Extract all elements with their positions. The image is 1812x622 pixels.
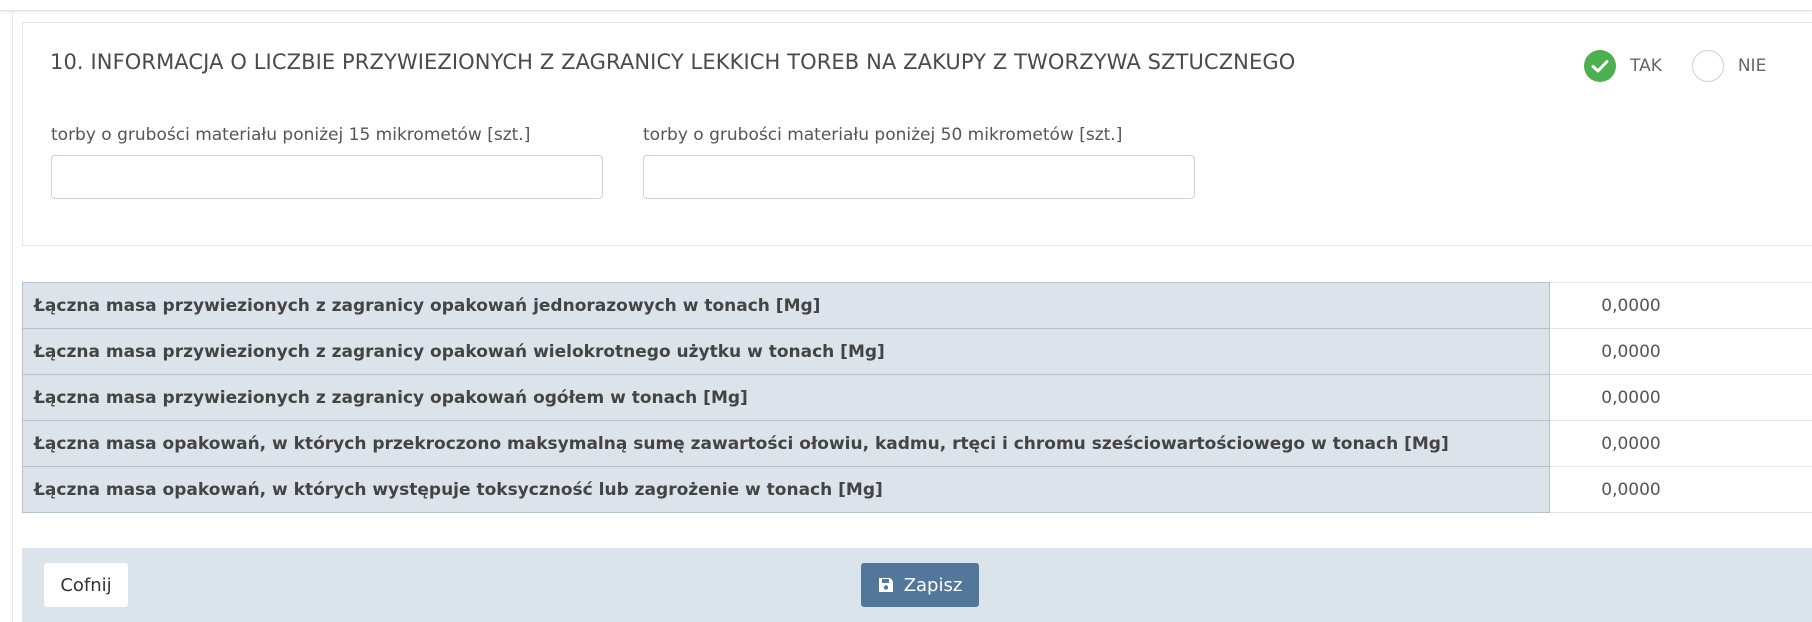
summary-table: Łączna masa przywiezionych z zagranicy o… — [22, 282, 1812, 513]
row-label: Łączna masa opakowań, w których występuj… — [22, 466, 1550, 513]
save-button[interactable]: Zapisz — [861, 563, 979, 607]
row-value: 0,0000 — [1549, 420, 1812, 467]
section-title: 10. INFORMACJA O LICZBIE PRZYWIEZIONYCH … — [50, 50, 1296, 74]
left-divider — [12, 10, 13, 622]
checkmark-icon — [1591, 60, 1609, 73]
radio-no-label: NIE — [1737, 56, 1767, 76]
row-value: 0,0000 — [1549, 466, 1812, 513]
back-button[interactable]: Cofnij — [44, 563, 128, 607]
row-label: Łączna masa opakowań, w których przekroc… — [22, 420, 1550, 467]
field-label-50-micrometers: torby o grubości materiału poniżej 50 mi… — [643, 125, 1123, 145]
yes-no-radio-group: TAK NIE — [1584, 48, 1766, 84]
floppy-disk-icon — [878, 577, 894, 593]
checked-radio-icon[interactable] — [1584, 50, 1616, 82]
row-label: Łączna masa przywiezionych z zagranicy o… — [22, 374, 1550, 421]
row-value: 0,0000 — [1549, 374, 1812, 421]
radio-no[interactable]: NIE — [1691, 50, 1767, 82]
radio-yes-label: TAK — [1630, 56, 1662, 76]
row-label: Łączna masa przywiezionych z zagranicy o… — [22, 282, 1550, 329]
bags-under-15-micrometers-input[interactable] — [51, 155, 603, 199]
row-value: 0,0000 — [1549, 328, 1812, 375]
field-label-15-micrometers: torby o grubości materiału poniżej 15 mi… — [51, 125, 531, 145]
top-edge — [0, 0, 1812, 11]
row-value: 0,0000 — [1549, 282, 1812, 329]
unchecked-radio-icon[interactable] — [1691, 50, 1724, 82]
table-row: Łączna masa opakowań, w których przekroc… — [22, 420, 1812, 467]
table-row: Łączna masa przywiezionych z zagranicy o… — [22, 282, 1812, 329]
form-page: 10. INFORMACJA O LICZBIE PRZYWIEZIONYCH … — [0, 0, 1812, 622]
bags-under-50-micrometers-input[interactable] — [643, 155, 1195, 199]
row-label: Łączna masa przywiezionych z zagranicy o… — [22, 328, 1550, 375]
table-row: Łączna masa przywiezionych z zagranicy o… — [22, 328, 1812, 375]
table-row: Łączna masa przywiezionych z zagranicy o… — [22, 374, 1812, 421]
table-row: Łączna masa opakowań, w których występuj… — [22, 466, 1812, 513]
save-button-label: Zapisz — [903, 574, 963, 596]
radio-yes[interactable]: TAK — [1584, 50, 1662, 82]
